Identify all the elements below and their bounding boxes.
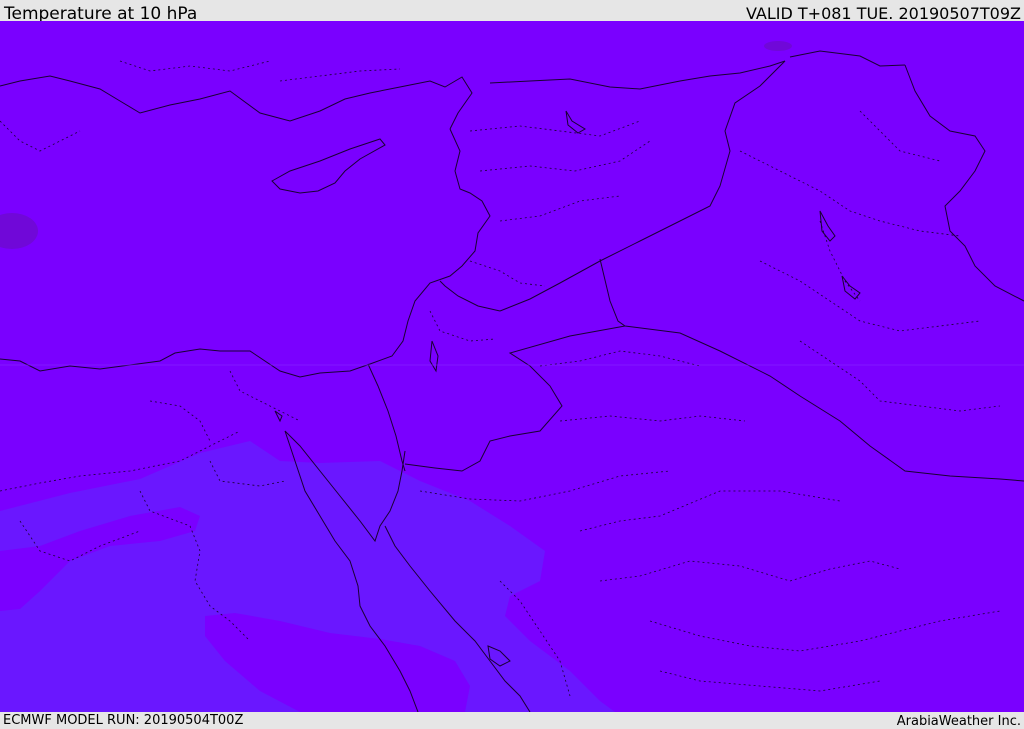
model-run-label: ECMWF MODEL RUN: 20190504T00Z bbox=[3, 713, 244, 728]
credit-label: ArabiaWeather Inc. bbox=[896, 714, 1021, 729]
temperature-spot-caspian bbox=[764, 41, 792, 51]
map-panel bbox=[0, 21, 1024, 712]
footer-bar: ECMWF MODEL RUN: 20190504T00Z ArabiaWeat… bbox=[0, 712, 1024, 729]
map-canvas bbox=[0, 21, 1024, 712]
map-figure: Temperature at 10 hPa VALID T+081 TUE. 2… bbox=[0, 0, 1024, 729]
header-bar: Temperature at 10 hPa VALID T+081 TUE. 2… bbox=[0, 0, 1024, 24]
